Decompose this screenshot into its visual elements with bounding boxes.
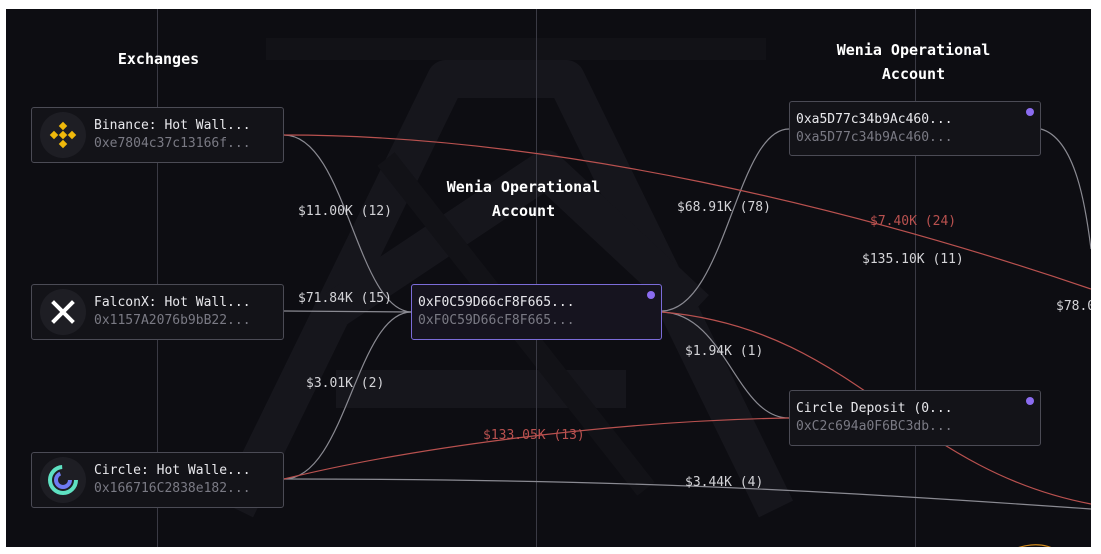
graph-canvas[interactable]: Exchanges Wenia Operational Account Weni… [6,9,1091,547]
status-dot-icon [1026,397,1034,405]
node-address: 0x166716C2838e182... [94,481,251,496]
node-address: 0xF0C59D66cF8F665... [418,313,575,328]
status-dot-icon [647,291,655,299]
node-falconx[interactable]: FalconX: Hot Wall... 0x1157A2076b9bB22..… [31,284,284,340]
edge-label-operational-far: $78.0 [1056,299,1091,314]
edge-label-falconx-wenia: $71.84K (15) [298,291,392,306]
node-wenia-operational-right[interactable]: 0xa5D77c34b9Ac460... 0xa5D77c34b9Ac460..… [789,101,1041,156]
edge-operational-to-far [1040,128,1091,250]
edge-label-binance-wenia: $11.00K (12) [298,204,392,219]
node-circle[interactable]: Circle: Hot Walle... 0x166716C2838e182..… [31,452,284,508]
binance-logo-icon [40,112,86,158]
node-address: 0xC2c694a0F6BC3db... [796,419,953,434]
node-binance[interactable]: Binance: Hot Wall... 0xe7804c37c13166f..… [31,107,284,163]
edge-circle-to-wenia [283,311,412,480]
column-title-wenia-mid: Wenia Operational Account [446,178,601,220]
edge-wenia-to-deposit [661,311,790,419]
edge-label-wenia-deposit: $1.94K (1) [685,344,764,359]
falconx-logo-icon [40,289,86,335]
node-wenia-operational-mid[interactable]: 0xF0C59D66cF8F665... 0xF0C59D66cF8F665..… [411,284,662,340]
node-circle-deposit[interactable]: Circle Deposit (0... 0xC2c694a0F6BC3db..… [789,390,1041,446]
edge-far-arc [1018,544,1051,547]
edge-falconx-to-wenia [283,310,412,313]
node-name: Binance: Hot Wall... [94,118,251,133]
node-address: 0xa5D77c34b9Ac460... [796,129,953,145]
edge-label-circle-far: $3.44K (4) [685,475,764,490]
node-address: 0xe7804c37c13166f... [94,136,251,151]
column-title-wenia-right: Wenia Operational Account [836,41,991,83]
status-dot-icon [1026,108,1034,116]
edge-label-operational-deposit: $135.10K (11) [862,252,964,267]
edge-binance-to-wenia [283,134,412,313]
node-name: 0xF0C59D66cF8F665... [418,295,575,310]
node-name: Circle Deposit (0... [796,401,953,416]
circle-logo-icon [40,457,86,503]
node-name: FalconX: Hot Wall... [94,295,251,310]
node-address: 0x1157A2076b9bB22... [94,313,251,328]
column-title-exchanges: Exchanges [117,50,200,68]
edge-label-circle-wenia: $3.01K (2) [306,376,385,391]
edge-label-deposit-circle: $133.05K (13) [483,428,585,443]
node-name: Circle: Hot Walle... [94,463,251,478]
edge-label-binance-far: $7.40K (24) [870,214,957,229]
edge-label-wenia-operational: $68.91K (78) [677,200,771,215]
edge-wenia-to-operational [661,128,790,312]
node-name: 0xa5D77c34b9Ac460... [796,111,953,127]
